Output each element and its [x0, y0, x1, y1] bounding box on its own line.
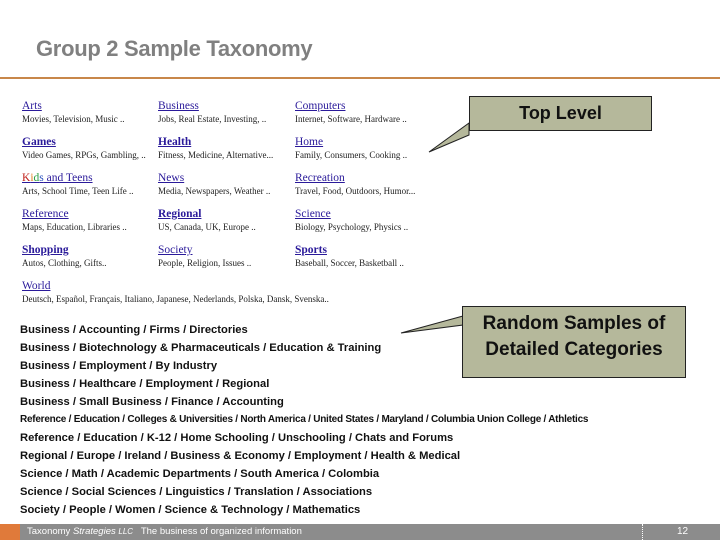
sample-path: Business / Accounting / Firms / Director…: [20, 324, 248, 336]
category-link[interactable]: Science: [295, 208, 331, 221]
category-subs: Travel, Food, Outdoors, Humor...: [295, 186, 416, 196]
category-kids-and-teens: Kids and Teens Arts, School Time, Teen L…: [22, 168, 157, 197]
category-subs: Deutsch, Español, Français, Italiano, Ja…: [22, 294, 329, 304]
category-subs: Arts, School Time, Teen Life ..: [22, 186, 134, 196]
footer-branding: Taxonomy Strategies LLC The business of …: [27, 526, 302, 537]
sample-path: Science / Social Sciences / Linguistics …: [20, 486, 373, 498]
sample-paths-list: Business / Accounting / Firms / Director…: [20, 321, 588, 519]
top-level-label: Top Level: [519, 103, 602, 123]
category-link[interactable]: Computers: [295, 100, 345, 113]
footer-accent-block: [0, 524, 20, 540]
sample-path: Reference / Education / K-12 / Home Scho…: [20, 432, 454, 444]
category-link[interactable]: Kids and Teens: [22, 172, 93, 185]
category-link[interactable]: News: [158, 172, 184, 185]
category-subs: Biology, Psychology, Physics ..: [295, 222, 409, 232]
sample-path: Business / Healthcare / Employment / Reg…: [20, 378, 270, 390]
footer-company: Taxonomy: [27, 526, 71, 537]
category-subs: Internet, Software, Hardware ..: [295, 114, 407, 124]
category-subs: Movies, Television, Music ..: [22, 114, 125, 124]
category-link[interactable]: Reference: [22, 208, 69, 221]
category-link[interactable]: Games: [22, 136, 56, 149]
category-regional: Regional US, Canada, UK, Europe ..: [158, 204, 293, 233]
category-shopping: Shopping Autos, Clothing, Gifts..: [22, 240, 157, 269]
footer-tagline: The business of organized information: [140, 526, 302, 537]
title-rule: [0, 77, 720, 79]
category-business: Business Jobs, Real Estate, Investing, .…: [158, 96, 293, 125]
category-subs: Autos, Clothing, Gifts..: [22, 258, 107, 268]
top-level-callout: Top Level: [469, 96, 652, 131]
sample-path: Science / Math / Academic Departments / …: [20, 468, 380, 480]
top-level-pointer: [428, 122, 470, 153]
sample-path: Society / People / Women / Science & Tec…: [20, 504, 361, 516]
slide-title: Group 2 Sample Taxonomy: [36, 36, 313, 61]
category-link[interactable]: Shopping: [22, 244, 69, 257]
category-subs: Baseball, Soccer, Basketball ..: [295, 258, 404, 268]
footer-company-suffix: LLC: [118, 527, 134, 536]
category-link[interactable]: Arts: [22, 100, 42, 113]
footer-bar: Taxonomy Strategies LLC The business of …: [0, 524, 720, 540]
sample-path: Business / Small Business / Finance / Ac…: [20, 396, 284, 408]
sample-path: Reference / Education / Colleges & Unive…: [20, 414, 589, 425]
footer-divider: [642, 524, 643, 540]
category-health: Health Fitness, Medicine, Alternative...: [158, 132, 293, 161]
category-subs: People, Religion, Issues ..: [158, 258, 252, 268]
category-computers: Computers Internet, Software, Hardware .…: [295, 96, 430, 125]
category-subs: Video Games, RPGs, Gambling, ..: [22, 150, 146, 160]
category-home: Home Family, Consumers, Cooking ..: [295, 132, 430, 161]
category-world: World Deutsch, Español, Français, Italia…: [22, 276, 442, 305]
category-link[interactable]: Health: [158, 136, 191, 149]
category-society: Society People, Religion, Issues ..: [158, 240, 293, 269]
footer-company-italic: Strategies: [72, 526, 116, 537]
category-games: Games Video Games, RPGs, Gambling, ..: [22, 132, 157, 161]
sample-path: Regional / Europe / Ireland / Business &…: [20, 450, 461, 462]
category-link[interactable]: World: [22, 280, 50, 293]
category-reference: Reference Maps, Education, Libraries ..: [22, 204, 157, 233]
category-subs: Fitness, Medicine, Alternative...: [158, 150, 274, 160]
category-link[interactable]: Regional: [158, 208, 201, 221]
category-subs: Media, Newspapers, Weather ..: [158, 186, 271, 196]
category-sports: Sports Baseball, Soccer, Basketball ..: [295, 240, 430, 269]
category-arts: Arts Movies, Television, Music ..: [22, 96, 157, 125]
category-news: News Media, Newspapers, Weather ..: [158, 168, 293, 197]
category-subs: Family, Consumers, Cooking ..: [295, 150, 408, 160]
page-number: 12: [677, 526, 689, 537]
category-subs: Jobs, Real Estate, Investing, ..: [158, 114, 267, 124]
category-subs: Maps, Education, Libraries ..: [22, 222, 127, 232]
category-science: Science Biology, Psychology, Physics ..: [295, 204, 430, 233]
category-link[interactable]: Home: [295, 136, 323, 149]
category-subs: US, Canada, UK, Europe ..: [158, 222, 256, 232]
sample-path: Business / Employment / By Industry: [20, 360, 218, 372]
category-link[interactable]: Recreation: [295, 172, 345, 185]
category-link[interactable]: Business: [158, 100, 199, 113]
category-link[interactable]: Society: [158, 244, 193, 257]
category-link[interactable]: Sports: [295, 244, 327, 257]
sample-path: Business / Biotechnology & Pharmaceutica…: [20, 342, 382, 354]
category-recreation: Recreation Travel, Food, Outdoors, Humor…: [295, 168, 430, 197]
